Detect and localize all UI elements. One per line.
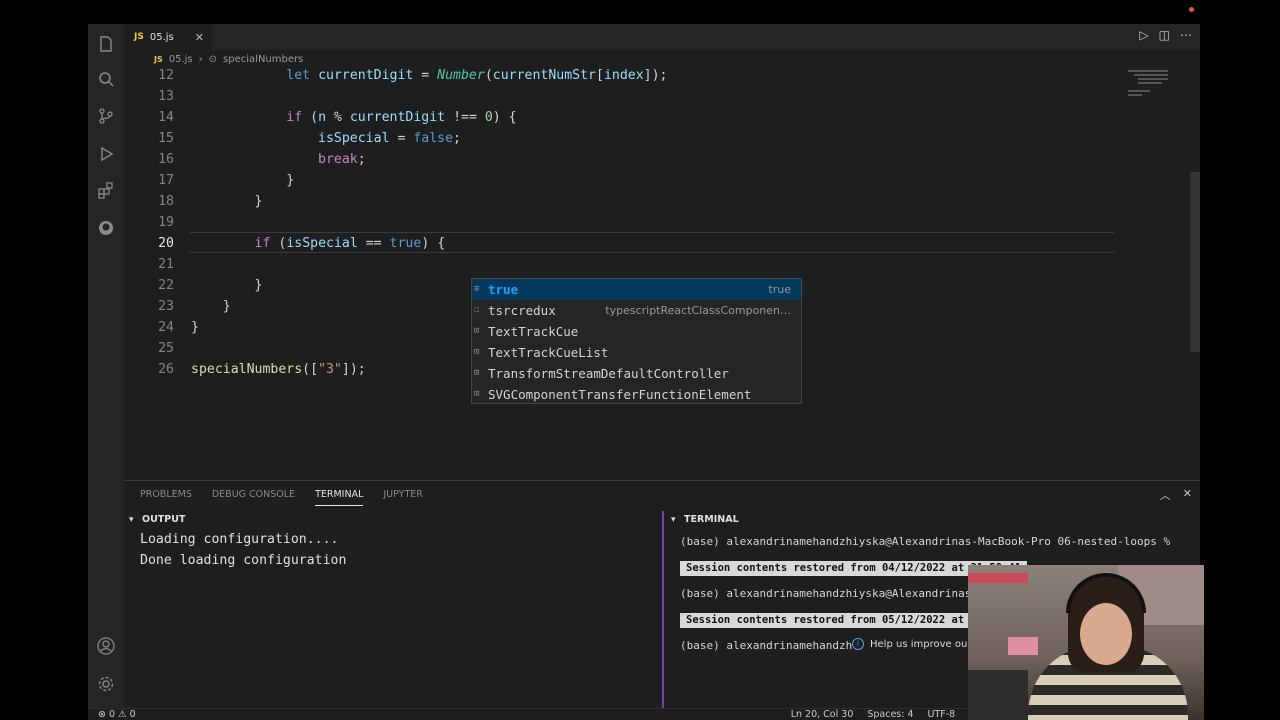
line-number: 23 xyxy=(158,299,174,314)
run-debug-icon[interactable] xyxy=(94,142,118,166)
tab-terminal[interactable]: TERMINAL xyxy=(315,489,364,506)
suggest-widget[interactable]: ≡ true true ☐ tsrcredux typescriptReactC… xyxy=(471,278,802,404)
account-icon[interactable] xyxy=(94,634,118,658)
suggestion-item[interactable]: ⊡ TransformStreamDefaultController xyxy=(472,363,801,384)
variable-icon: ⊡ xyxy=(474,326,480,336)
problems-count[interactable]: ⊗ 0 ⚠ 0 xyxy=(98,709,136,720)
code-line: } xyxy=(191,320,199,335)
line-number: 18 xyxy=(158,194,174,209)
output-line: Loading configuration.... xyxy=(140,532,339,547)
variable-icon: ⊡ xyxy=(474,347,480,357)
tab-05-js[interactable]: JS 05.js ✕ xyxy=(124,24,212,50)
code-editor[interactable]: 12 13 14 15 16 17 18 19 20 21 22 23 24 2… xyxy=(124,68,1200,478)
line-number: 24 xyxy=(158,320,174,335)
code-line: if (n % currentDigit !== 0) { xyxy=(286,110,517,125)
source-control-icon[interactable] xyxy=(94,104,118,128)
javascript-file-icon: JS xyxy=(134,32,144,42)
tab-debug-console[interactable]: DEBUG CONSOLE xyxy=(212,489,295,500)
keyword-icon: ≡ xyxy=(474,284,480,294)
panel-controls: ︿ ✕ xyxy=(1160,487,1192,503)
info-icon: i xyxy=(852,638,864,650)
output-header[interactable]: OUTPUT xyxy=(124,511,664,529)
gear-icon[interactable] xyxy=(94,672,118,696)
chevron-up-icon[interactable]: ︿ xyxy=(1160,487,1171,503)
output-view: OUTPUT Loading configuration.... Done lo… xyxy=(124,511,664,708)
tab-label: 05.js xyxy=(149,31,174,43)
javascript-file-icon: JS xyxy=(154,54,163,64)
minimap[interactable] xyxy=(1128,68,1188,128)
line-number: 21 xyxy=(158,257,174,272)
snippet-icon: ☐ xyxy=(474,305,480,315)
line-number: 19 xyxy=(158,215,174,230)
activity-bar xyxy=(88,24,124,708)
tab-bar: JS 05.js ✕ ▷ ◫ ⋯ xyxy=(124,24,1200,50)
suggestion-item[interactable]: ☐ tsrcredux typescriptReactClassComponen… xyxy=(472,300,801,321)
line-number: 12 xyxy=(158,68,174,83)
vertical-scrollbar[interactable] xyxy=(1190,172,1200,352)
code-line: isSpecial = false; xyxy=(318,131,461,146)
line-number: 13 xyxy=(158,89,174,104)
line-number: 22 xyxy=(158,278,174,293)
indentation[interactable]: Spaces: 4 xyxy=(867,709,913,720)
line-number: 14 xyxy=(158,110,174,125)
suggestion-item[interactable]: ⊡ TextTrackCueList xyxy=(472,342,801,363)
editor-actions: ▷ ◫ ⋯ xyxy=(1139,28,1192,42)
terminal-line: (base) alexandrinamehandzhiyska@Alexandr… xyxy=(680,535,1171,548)
terminal-header[interactable]: TERMINAL xyxy=(666,511,1200,529)
breadcrumb-file[interactable]: 05.js xyxy=(169,54,193,65)
code-line: } xyxy=(191,194,263,209)
line-number: 25 xyxy=(158,341,174,356)
webcam-overlay xyxy=(968,565,1204,720)
symbol-icon: ⊙ xyxy=(208,53,218,65)
code-line: if (isSpecial == true) { xyxy=(254,236,446,251)
variable-icon: ⊡ xyxy=(474,389,480,399)
line-number: 20 xyxy=(158,236,174,251)
code-line: let currentDigit = Number(currentNumStr[… xyxy=(286,68,668,83)
close-icon[interactable]: ✕ xyxy=(1183,487,1192,503)
explorer-icon[interactable] xyxy=(94,32,118,56)
tab-problems[interactable]: PROBLEMS xyxy=(140,489,192,500)
code-line: } xyxy=(191,278,263,293)
suggestion-item[interactable]: ⊡ SVGComponentTransferFunctionElement xyxy=(472,384,801,405)
extensions-icon[interactable] xyxy=(94,179,118,203)
code-line: break; xyxy=(318,152,366,167)
split-editor-icon[interactable]: ◫ xyxy=(1159,28,1170,42)
more-actions-icon[interactable]: ⋯ xyxy=(1180,28,1192,42)
breadcrumb-symbol[interactable]: specialNumbers xyxy=(223,54,303,65)
status-right: Ln 20, Col 30 Spaces: 4 UTF-8 LF xyxy=(791,709,980,720)
line-number: 15 xyxy=(158,131,174,146)
chevron-right-icon: › xyxy=(198,53,203,65)
sash[interactable] xyxy=(662,511,664,708)
recording-indicator xyxy=(1189,7,1194,12)
cursor-position[interactable]: Ln 20, Col 30 xyxy=(791,709,854,720)
suggestion-item[interactable]: ⊡ TextTrackCue xyxy=(472,321,801,342)
line-number: 16 xyxy=(158,152,174,167)
line-number: 26 xyxy=(158,362,174,377)
encoding[interactable]: UTF-8 xyxy=(928,709,956,720)
search-icon[interactable] xyxy=(94,67,118,91)
code-line: } xyxy=(191,299,231,314)
notification-toast[interactable]: i Help us improve our s xyxy=(852,638,980,650)
close-icon[interactable]: ✕ xyxy=(195,31,204,44)
run-icon[interactable]: ▷ xyxy=(1139,28,1148,42)
suggestion-item[interactable]: ≡ true true xyxy=(472,279,801,300)
session-restored-banner: Session contents restored from 05/12/202… xyxy=(680,613,971,628)
output-line: Done loading configuration xyxy=(140,553,347,568)
line-number: 17 xyxy=(158,173,174,188)
variable-icon: ⊡ xyxy=(474,368,480,378)
panel-tabs: PROBLEMS DEBUG CONSOLE TERMINAL JUPYTER xyxy=(140,481,423,507)
github-icon[interactable] xyxy=(94,216,118,240)
toast-text: Help us improve our s xyxy=(870,638,980,650)
tab-jupyter[interactable]: JUPYTER xyxy=(383,489,422,500)
code-line: } xyxy=(191,173,295,188)
code-line: specialNumbers(["3"]); xyxy=(191,362,366,377)
